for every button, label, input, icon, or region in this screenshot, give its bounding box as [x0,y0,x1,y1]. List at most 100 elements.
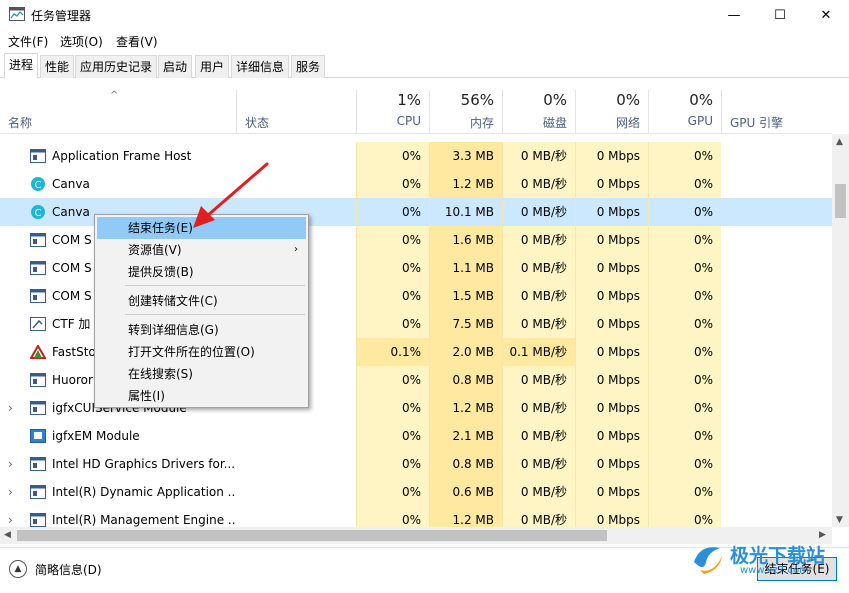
process-cpu: 0% [356,198,429,226]
table-row[interactable]: C Canva 0% 1.2 MB 0 MB/秒 0 Mbps 0% [0,170,832,198]
title-bar: 任务管理器 — ☐ ✕ [0,0,849,30]
process-gpu: 0% [648,338,721,366]
process-disk: 0 MB/秒 [502,198,575,226]
process-net: 0 Mbps [575,170,648,198]
submenu-arrow-icon: › [294,244,298,255]
column-name[interactable]: 名称 [0,90,236,134]
column-cpu[interactable]: 1% CPU [356,90,429,134]
process-cpu: 0% [356,170,429,198]
tab-startup[interactable]: 启动 [158,55,193,78]
context-menu-item[interactable]: 属性(I) [97,385,306,407]
process-mem: 2.0 MB [429,338,502,366]
menu-options[interactable]: 选项(O) [60,33,103,50]
process-mem: 10.1 MB [429,198,502,226]
column-status[interactable]: 状态 [236,90,356,134]
process-disk: 0 MB/秒 [502,478,575,506]
process-name: Intel(R) Management Engine ... [52,513,236,527]
tab-processes[interactable]: 进程 [4,53,39,79]
maximize-button[interactable]: ☐ [757,0,803,30]
horizontal-scroll-thumb[interactable] [17,530,607,541]
process-gpu: 0% [648,366,721,394]
context-menu-label: 资源值(V) [128,243,182,257]
process-gpu: 0% [648,450,721,478]
process-gpu: 0% [648,254,721,282]
process-net: 0 Mbps [575,422,648,450]
process-mem: 1.2 MB [429,394,502,422]
context-menu-label: 转到详细信息(G) [128,323,219,337]
context-menu-item[interactable]: 提供反馈(B) [97,261,306,283]
menu-separator [125,285,305,286]
process-gpu: 0% [648,506,721,527]
process-disk: 0 MB/秒 [502,394,575,422]
vertical-scrollbar[interactable]: ▲ ▼ [832,134,849,527]
process-cpu: 0% [356,282,429,310]
process-disk: 0 MB/秒 [502,226,575,254]
process-name: Intel HD Graphics Drivers for... [52,457,236,471]
process-gpu: 0% [648,226,721,254]
process-cpu: 0% [356,478,429,506]
process-gpu: 0% [648,422,721,450]
process-net: 0 Mbps [575,310,648,338]
context-menu-item[interactable]: 打开文件所在的位置(O) [97,341,306,363]
tab-services[interactable]: 服务 [291,55,326,78]
process-net: 0 Mbps [575,282,648,310]
process-cpu: 0% [356,422,429,450]
minimize-button[interactable]: — [711,0,757,30]
process-mem: 0.8 MB [429,366,502,394]
process-net: 0 Mbps [575,142,648,170]
process-net: 0 Mbps [575,254,648,282]
tab-details[interactable]: 详细信息 [231,55,290,78]
process-cpu: 0% [356,394,429,422]
fewer-details-link[interactable]: 简略信息(D) [35,561,102,578]
process-net: 0 Mbps [575,338,648,366]
column-gpu-engine[interactable]: GPU 引擎 [721,90,832,134]
process-disk: 0 MB/秒 [502,170,575,198]
close-button[interactable]: ✕ [803,0,849,30]
table-row[interactable]: › Intel(R) Management Engine ... 0% 1.2 MB 0… [0,506,832,527]
process-name: Intel(R) Dynamic Application ... [52,485,236,499]
table-row[interactable]: › Intel HD Graphics Drivers for... 0% 0.8 M… [0,450,832,478]
context-menu-item[interactable]: 在线搜索(S) [97,363,306,385]
tab-app-history[interactable]: 应用历史记录 [75,55,158,78]
menu-view[interactable]: 查看(V) [116,33,158,50]
process-disk: 0 MB/秒 [502,282,575,310]
context-menu-item[interactable]: 创建转储文件(C) [97,290,306,312]
column-gpu[interactable]: 0% GPU [648,90,721,134]
chevron-up-icon[interactable]: ▲ [9,560,27,578]
process-gpu: 0% [648,310,721,338]
process-net: 0 Mbps [575,478,648,506]
tab-performance[interactable]: 性能 [40,55,75,78]
context-menu-label: 在线搜索(S) [128,367,193,381]
watermark-logo: 极光下载站 www.xz7.com [688,538,838,580]
column-memory[interactable]: 56% 内存 [429,90,502,134]
process-disk: 0 MB/秒 [502,142,575,170]
process-disk: 0 MB/秒 [502,254,575,282]
process-net: 0 Mbps [575,394,648,422]
table-row[interactable]: › Intel(R) Dynamic Application ... 0% 0.6 M… [0,478,832,506]
scroll-left-icon[interactable]: ◀ [4,530,11,540]
process-cpu: 0% [356,254,429,282]
process-gpu: 0% [648,394,721,422]
process-mem: 1.6 MB [429,226,502,254]
column-disk[interactable]: 0% 磁盘 [502,90,575,134]
process-cpu: 0.1% [356,338,429,366]
context-menu-item[interactable]: 转到详细信息(G) [97,319,306,341]
process-net: 0 Mbps [575,506,648,527]
table-row[interactable]: igfxEM Module 0% 2.1 MB 0 MB/秒 0 Mbps 0% [0,422,832,450]
menu-file[interactable]: 文件(F) [8,33,48,50]
context-menu-item[interactable]: 资源值(V) › [97,239,306,261]
process-mem: 1.5 MB [429,282,502,310]
context-menu-label: 结束任务(E) [128,221,193,235]
tab-users[interactable]: 用户 [195,55,230,78]
table-row[interactable]: Application Frame Host 0% 3.3 MB 0 MB/秒 0 Mb… [0,142,832,170]
process-gpu: 0% [648,142,721,170]
scroll-up-icon[interactable]: ▲ [836,137,843,147]
process-gpu: 0% [648,282,721,310]
scroll-down-icon[interactable]: ▼ [836,515,843,525]
column-network[interactable]: 0% 网络 [575,90,648,134]
process-net: 0 Mbps [575,366,648,394]
process-gpu: 0% [648,198,721,226]
vertical-scroll-thumb[interactable] [835,184,846,218]
process-mem: 0.6 MB [429,478,502,506]
task-manager-icon [9,7,25,21]
